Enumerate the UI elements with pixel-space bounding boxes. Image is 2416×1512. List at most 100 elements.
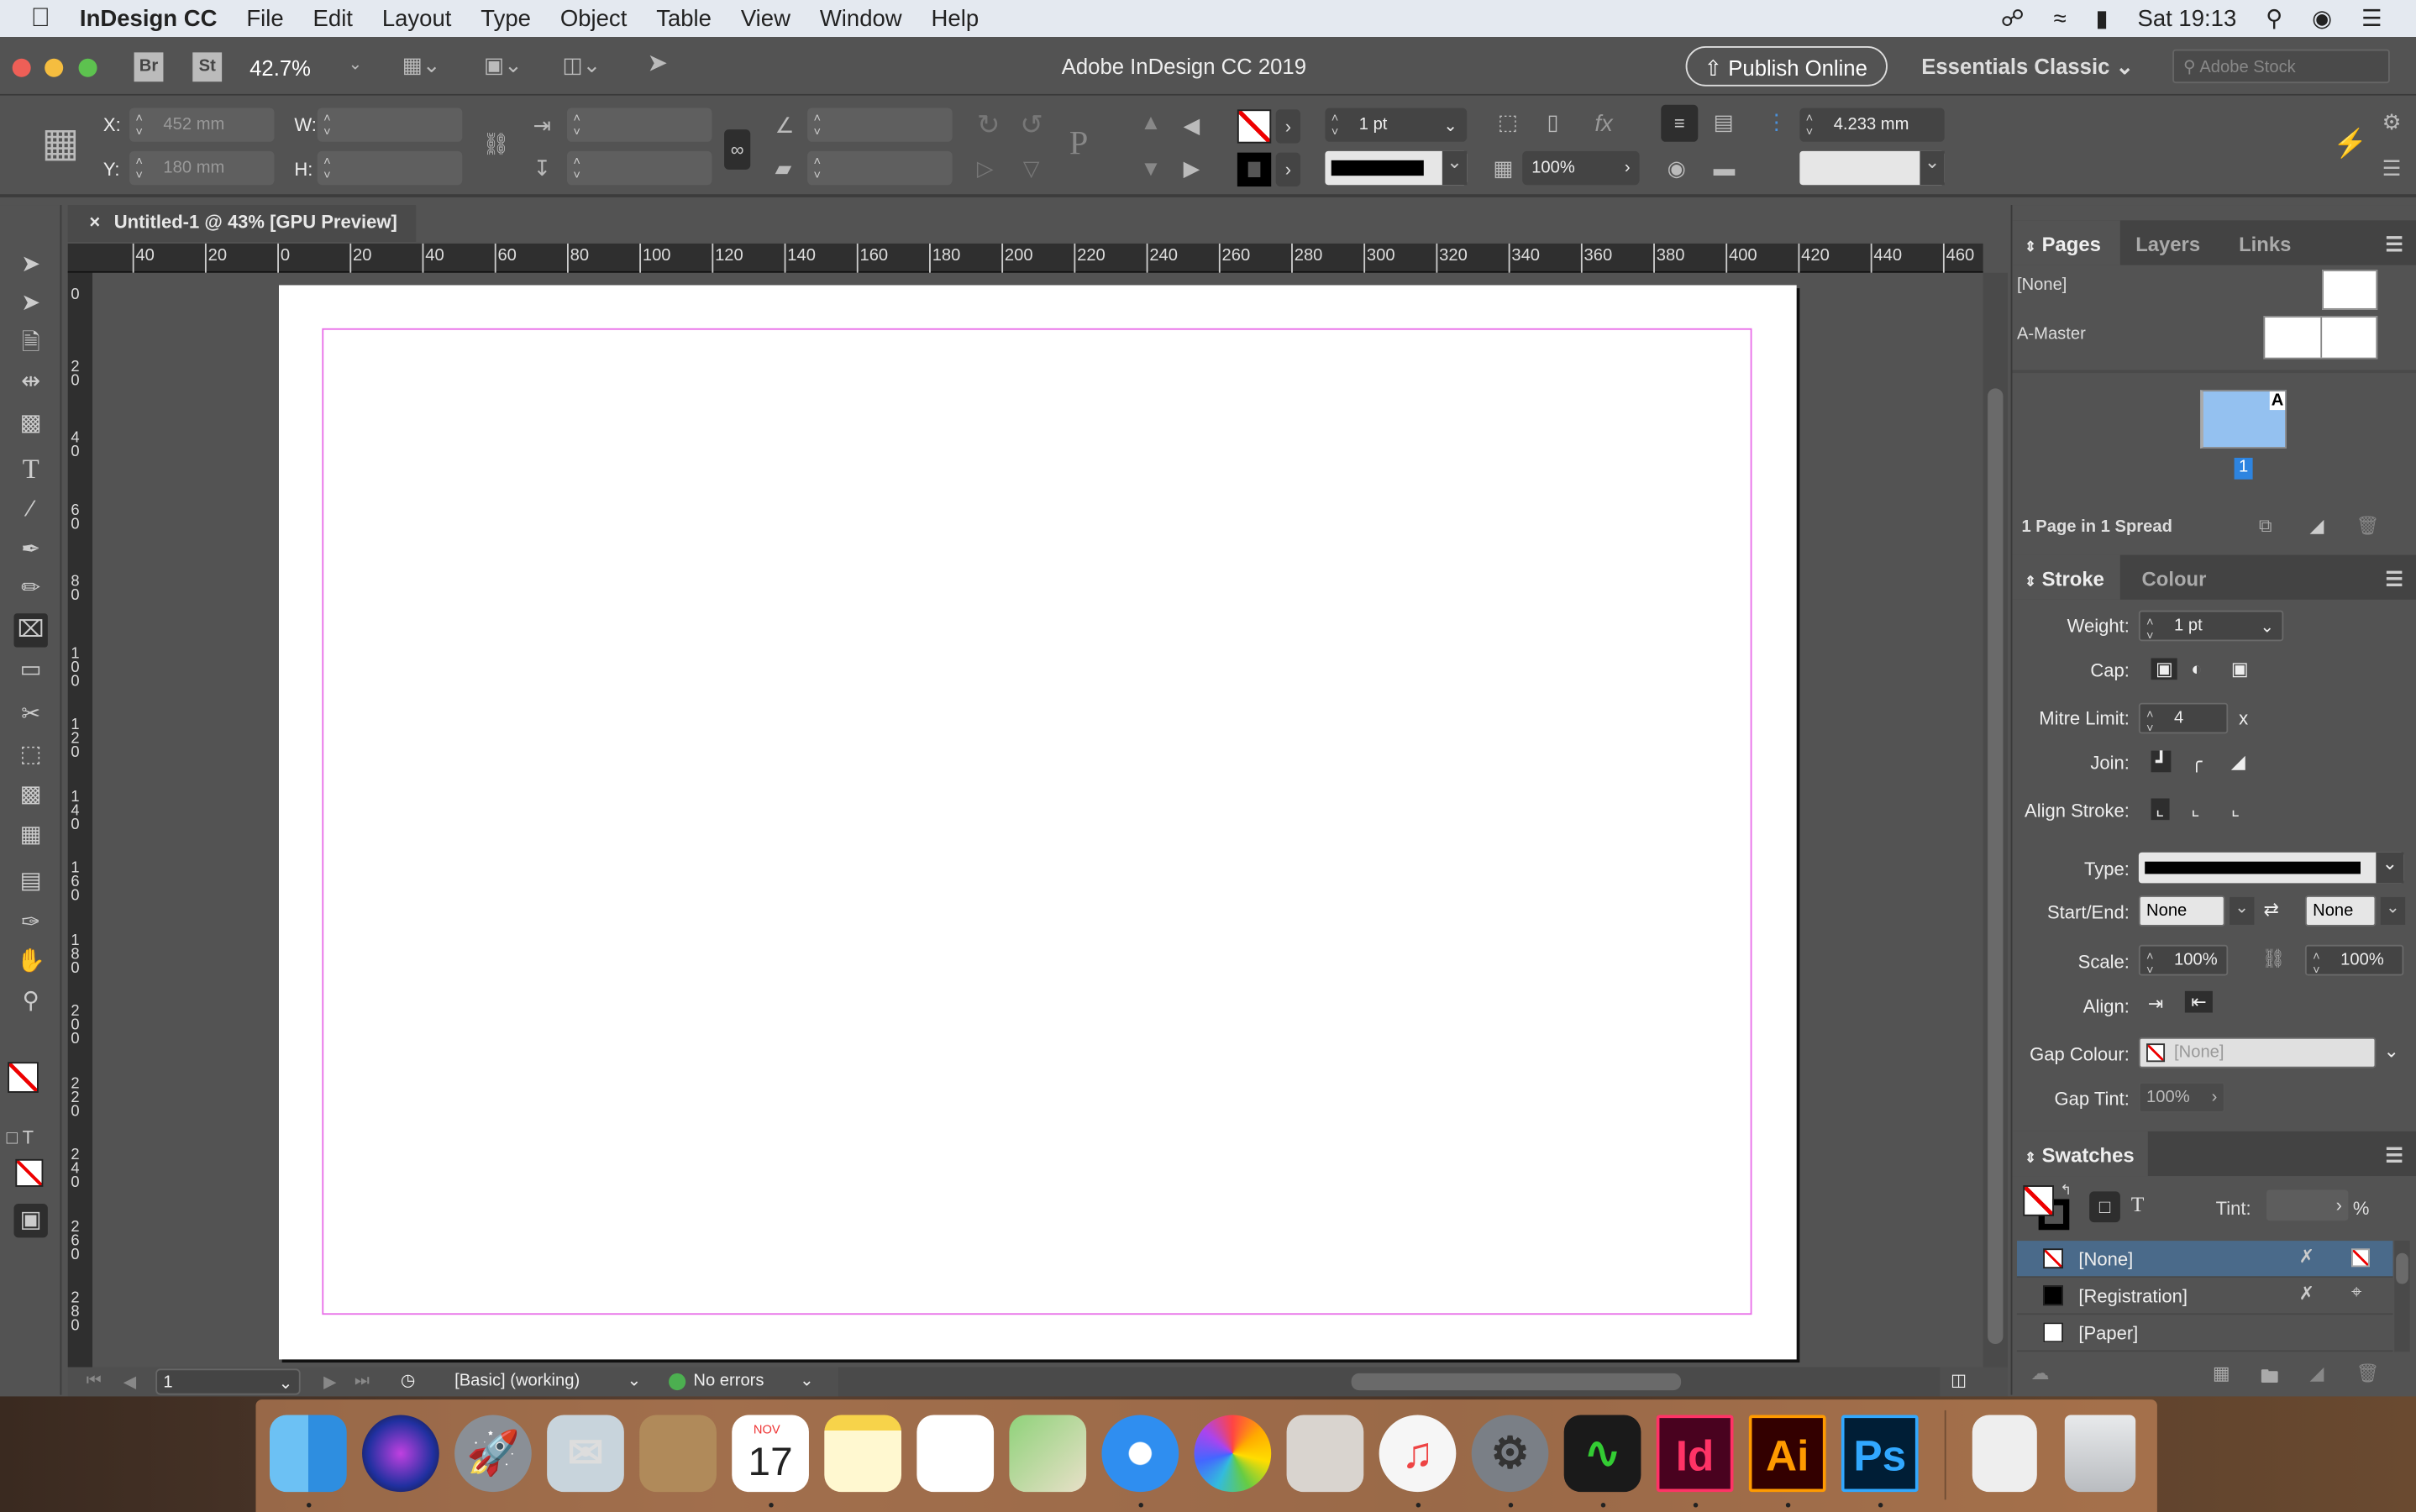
gradient-feather-tool-icon[interactable]: ▦ <box>14 818 48 852</box>
notification-center-icon[interactable]: ☰ <box>2361 5 2382 32</box>
tab-layers[interactable]: Layers <box>2135 220 2200 265</box>
butt-cap-icon[interactable]: ▣ <box>2151 658 2178 680</box>
rectangle-frame-tool-icon[interactable]: ⌧ <box>13 613 48 648</box>
dock-trash-icon[interactable] <box>2064 1415 2136 1493</box>
swap-arrows-icon[interactable]: ⇄ <box>2263 899 2278 921</box>
gap-tool-icon[interactable]: ⇹ <box>14 365 48 399</box>
tab-links[interactable]: Links <box>2239 220 2291 265</box>
stock-button[interactable]: St <box>192 52 223 82</box>
creative-cloud-icon[interactable]: ☍ <box>2001 5 2025 32</box>
align-outside-icon[interactable]: ⌞ <box>2231 798 2240 820</box>
spacing-field[interactable]: ˄ ˅ 4.233 mm <box>1799 108 1945 142</box>
eyedropper-tool-icon[interactable]: ✑ <box>14 906 48 940</box>
fill-swatch[interactable] <box>1237 109 1272 144</box>
gap-colour-select[interactable]: [None] <box>2138 1037 2377 1068</box>
select-previous-icon[interactable]: ◀ <box>1184 114 1200 136</box>
projecting-cap-icon[interactable]: ▣ <box>2231 659 2249 680</box>
preflight-profile[interactable]: [Basic] (working) <box>454 1372 580 1390</box>
dock-photos-icon[interactable] <box>1194 1415 1272 1493</box>
constrain-proportions-icon[interactable]: ⛓ <box>482 133 510 155</box>
rotate-clockwise-icon[interactable]: ↻ <box>977 111 1001 139</box>
panel-menu-icon[interactable]: ☰ <box>2385 1131 2403 1176</box>
app-menu[interactable]: InDesign CC <box>80 5 218 31</box>
last-page-icon[interactable]: ⏭ <box>355 1372 370 1392</box>
close-window-button[interactable] <box>12 58 31 77</box>
dock-indesign-icon[interactable]: Id <box>1656 1415 1734 1493</box>
chevron-down-icon[interactable]: ⌄ <box>349 56 363 74</box>
battery-icon[interactable]: ▮ <box>2095 5 2108 32</box>
miter-join-icon[interactable]: ┛ <box>2151 750 2172 773</box>
zoom-tool-icon[interactable]: ⚲ <box>14 985 48 1019</box>
chevron-right-icon[interactable]: › <box>1625 159 1631 177</box>
flip-vertical-icon[interactable]: ▽ <box>1023 157 1040 179</box>
swap-fill-stroke-icon[interactable]: ↰ <box>2060 1182 2072 1199</box>
select-next-icon[interactable]: ▶ <box>1184 157 1200 179</box>
tab-swatches[interactable]: ⇕ Swatches <box>2012 1131 2148 1177</box>
gradient-swatch-tool-icon[interactable]: ▩ <box>14 779 48 812</box>
chevron-down-icon[interactable]: ⌄ <box>2260 617 2274 637</box>
round-join-icon[interactable]: ╭ <box>2191 751 2202 773</box>
menu-edit[interactable]: Edit <box>313 5 353 31</box>
align-center-icon[interactable]: ⌞ <box>2151 798 2169 821</box>
tab-stroke[interactable]: ⇕ Stroke <box>2012 554 2120 600</box>
publish-online-button[interactable]: ⇧ Publish Online <box>1685 46 1888 87</box>
dock-calculator-icon[interactable] <box>1286 1415 1364 1493</box>
chevron-down-icon[interactable]: ⌄ <box>628 1370 642 1390</box>
menu-help[interactable]: Help <box>932 5 980 31</box>
drop-shadow-icon[interactable]: ▯ <box>1547 111 1559 133</box>
dock-mail-icon[interactable]: ✉ <box>547 1415 624 1493</box>
fill-box-icon[interactable] <box>2023 1185 2054 1216</box>
stroke-menu-button[interactable]: › <box>1275 152 1301 187</box>
swatch-registration[interactable]: [Registration] ✗ ⌖ <box>2016 1278 2393 1315</box>
master-a[interactable]: A-Master <box>2017 325 2086 344</box>
select-container-icon[interactable]: ▲ <box>1140 111 1161 133</box>
text-wrap-none-icon[interactable]: ≡ <box>1661 104 1699 142</box>
dock-reminders-icon[interactable] <box>917 1415 995 1493</box>
panel-menu-icon[interactable]: ☰ <box>2385 555 2403 600</box>
gear-icon[interactable]: ⚙ <box>2382 111 2402 133</box>
bridge-button[interactable]: Br <box>134 52 164 82</box>
publish-rocket-icon[interactable]: ➤ <box>647 51 668 76</box>
dock-contacts-icon[interactable] <box>639 1415 717 1493</box>
note-tool-icon[interactable]: ▤ <box>14 864 48 898</box>
round-cap-icon[interactable]: ◐ <box>2191 659 2202 680</box>
page-tool-icon[interactable]: 🗎 <box>14 327 48 360</box>
text-format-icon[interactable]: T <box>2131 1194 2145 1219</box>
adobe-stock-search[interactable]: ⚲ Adobe Stock <box>2172 49 2390 84</box>
tab-colour[interactable]: Colour <box>2142 555 2207 600</box>
opacity-field[interactable]: 100% › <box>1522 150 1640 186</box>
flip-horizontal-icon[interactable]: ▷ <box>977 157 994 179</box>
free-transform-tool-icon[interactable]: ⬚ <box>14 738 48 772</box>
menu-layout[interactable]: Layout <box>382 5 452 31</box>
swatches-scrollbar[interactable] <box>2394 1241 2410 1352</box>
line-tool-icon[interactable]: ∕ <box>14 493 48 527</box>
container-format-icon[interactable]: □ <box>2089 1191 2120 1223</box>
scale-y-field[interactable]: ˄ ˅ <box>566 150 712 186</box>
menu-table[interactable]: Table <box>656 5 712 31</box>
swatch-paper[interactable]: [Paper] <box>2016 1315 2393 1352</box>
end-scale-field[interactable]: ˄ ˅ 100% <box>2304 944 2404 977</box>
x-field[interactable]: ˄ ˅ 452 mm <box>129 108 275 142</box>
new-page-icon[interactable]: ◢ <box>2309 515 2324 537</box>
chevron-right-icon[interactable]: › <box>2212 1088 2218 1106</box>
page-1-number[interactable]: 1 <box>2234 457 2253 480</box>
preflight-icon[interactable]: ◷ <box>401 1370 416 1390</box>
master-a-thumbnail[interactable] <box>2263 316 2378 360</box>
wifi-icon[interactable]: ≈ <box>2054 5 2067 31</box>
first-page-icon[interactable]: ⏮ <box>87 1372 102 1392</box>
pen-tool-icon[interactable]: ✒ <box>14 533 48 567</box>
menu-type[interactable]: Type <box>481 5 531 31</box>
rotate-counterclockwise-icon[interactable]: ↺ <box>1020 111 1043 139</box>
dock-maps-icon[interactable] <box>1009 1415 1087 1493</box>
dock-notes-icon[interactable] <box>824 1415 902 1493</box>
wrap-bounding-box-icon[interactable]: ▤ <box>1714 111 1734 133</box>
siri-icon[interactable]: ◉ <box>2312 5 2332 32</box>
panel-menu-icon[interactable]: ☰ <box>2382 157 2402 179</box>
minimize-window-button[interactable] <box>45 58 64 77</box>
chevron-down-icon[interactable]: ⌄ <box>2376 852 2404 884</box>
vertical-scrollbar[interactable] <box>1983 272 2008 1368</box>
close-tab-icon[interactable]: × <box>89 211 100 233</box>
object-style-select[interactable]: ⌄ <box>1799 150 1945 186</box>
swatch-views-icon[interactable]: ▦ <box>2213 1362 2230 1384</box>
chevron-down-icon[interactable]: ⌄ <box>2380 896 2406 925</box>
